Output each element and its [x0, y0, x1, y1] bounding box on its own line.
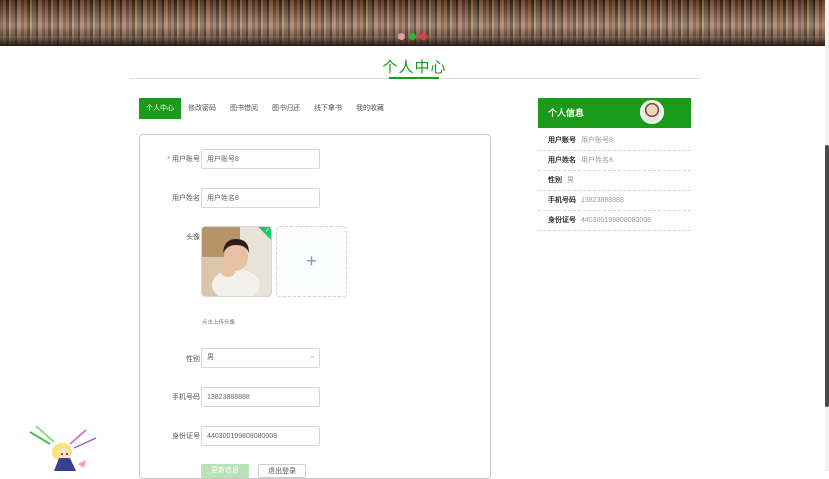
- tab-favorites[interactable]: 我的收藏: [349, 98, 391, 119]
- info-row-gender: 性别男: [538, 171, 691, 191]
- update-info-button[interactable]: 更新信息: [201, 464, 249, 478]
- title-underline: [389, 77, 439, 79]
- scrollbar-thumb[interactable]: [825, 145, 829, 407]
- name-input[interactable]: [201, 188, 320, 208]
- upload-hint: 点击上传头像: [202, 320, 236, 326]
- gender-label: 性别: [186, 356, 200, 363]
- gender-select[interactable]: 男: [201, 348, 320, 368]
- avatar-label: 头像: [186, 234, 200, 241]
- avatar-photo: [202, 227, 271, 296]
- carousel-indicators: [398, 33, 427, 40]
- carousel-dot-3[interactable]: [420, 33, 427, 40]
- carousel-dot-1[interactable]: [398, 33, 405, 40]
- idcard-label: 身份证号: [172, 433, 200, 440]
- info-row-name: 用户姓名 用户姓名8: [538, 151, 691, 171]
- banner-carousel: [0, 0, 829, 46]
- info-row-idcard: 身份证号 440300199808080008: [538, 211, 691, 231]
- account-label: * 用户账号: [167, 156, 200, 163]
- avatar-upload-button[interactable]: +: [276, 226, 347, 297]
- info-row-phone: 手机号码 13823888888: [538, 191, 691, 211]
- required-mark: *: [167, 156, 170, 163]
- avatar-preview[interactable]: ✓: [201, 226, 272, 297]
- tab-change-password[interactable]: 修改密码: [181, 98, 223, 119]
- avatar: [640, 100, 664, 124]
- carousel-dot-2[interactable]: [409, 33, 416, 40]
- center-tabs: 个人中心 修改密码 图书借阅 图书归还 线下拿书 我的收藏: [139, 98, 391, 119]
- chevron-down-icon: ⌄: [309, 351, 316, 360]
- phone-input[interactable]: [201, 387, 320, 407]
- tab-profile[interactable]: 个人中心: [139, 98, 181, 119]
- plus-icon: +: [306, 251, 317, 271]
- name-label: 用户姓名: [172, 195, 200, 202]
- phone-label: 手机号码: [172, 394, 200, 401]
- gender-value: 男: [207, 354, 214, 361]
- tab-return[interactable]: 图书归还: [265, 98, 307, 119]
- check-icon: ✓: [264, 228, 270, 234]
- tab-borrow[interactable]: 图书借阅: [223, 98, 265, 119]
- account-input[interactable]: [201, 149, 320, 169]
- tab-offline-pickup[interactable]: 线下拿书: [307, 98, 349, 119]
- mascot-decoration: [29, 425, 97, 471]
- page-title: 个人中心: [382, 59, 447, 76]
- info-row-account: 用户账号 用户账号8: [538, 131, 691, 151]
- idcard-input[interactable]: [201, 426, 320, 446]
- info-panel-header: 个人信息: [538, 98, 691, 128]
- logout-button[interactable]: 退出登录: [258, 464, 306, 478]
- profile-form: *用户账号 用户姓名 头像 ✓ + 点击上传头像 性别 男 ⌄ 手机号码 身份证…: [139, 134, 491, 479]
